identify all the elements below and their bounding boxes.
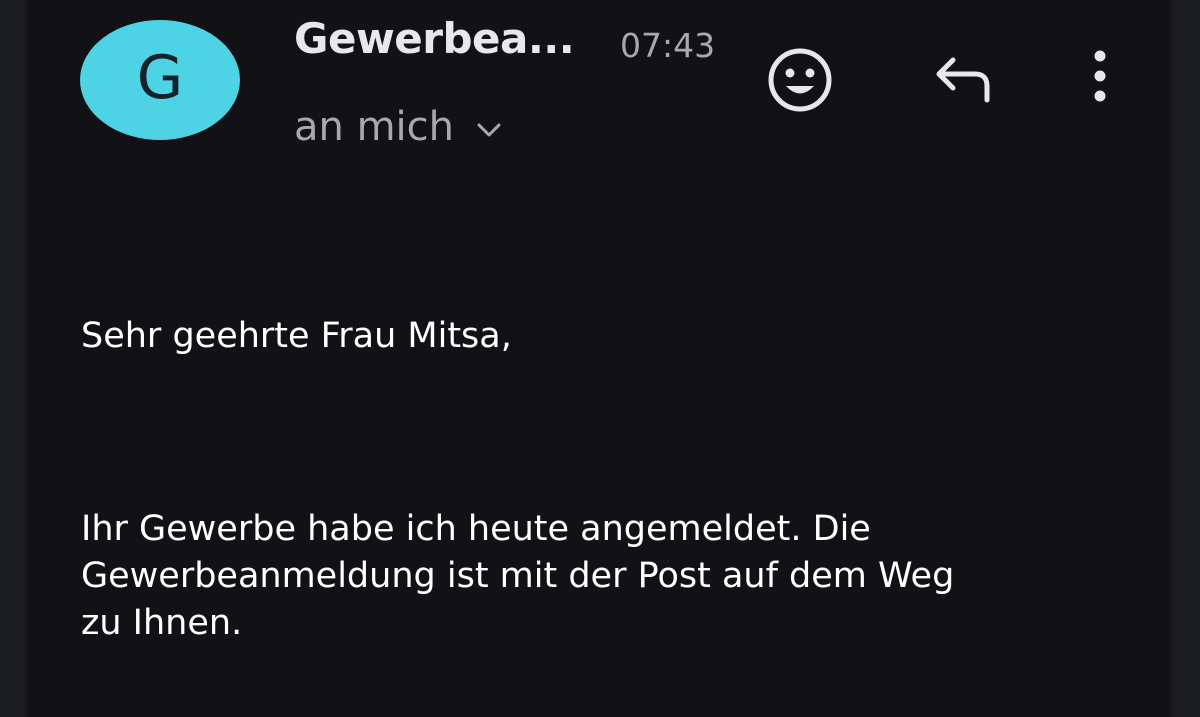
- body-line: zu Ihnen.: [81, 603, 243, 643]
- sender-name[interactable]: Gewerbea...: [294, 14, 575, 63]
- avatar-letter: G: [136, 43, 184, 113]
- more-vertical-icon: [1094, 50, 1106, 102]
- chevron-down-icon: [477, 123, 501, 137]
- body-line: Gewerbeanmeldung ist mit der Post auf de…: [81, 556, 955, 596]
- email-time: 07:43: [620, 26, 716, 65]
- more-options-button[interactable]: [1078, 40, 1122, 112]
- reply-icon: [936, 57, 990, 103]
- email-body: Ihr Gewerbe habe ich heute angemeldet. D…: [81, 506, 1121, 647]
- reply-button[interactable]: [924, 46, 1000, 110]
- screen: G Gewerbea... 07:43 an mich Sehr geehrte…: [0, 0, 1200, 717]
- smiley-icon: [768, 48, 832, 112]
- recipient-details-toggle[interactable]: an mich: [294, 104, 502, 150]
- sender-avatar[interactable]: G: [80, 20, 240, 140]
- email-greeting: Sehr geehrte Frau Mitsa,: [81, 316, 512, 356]
- body-line: Ihr Gewerbe habe ich heute angemeldet. D…: [81, 509, 871, 549]
- add-reaction-button[interactable]: [762, 44, 838, 116]
- recipient-label: an mich: [294, 104, 454, 150]
